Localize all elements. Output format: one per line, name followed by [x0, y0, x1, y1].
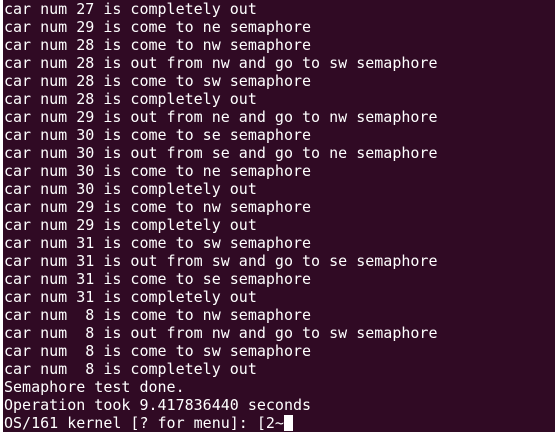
terminal-line: car num 28 is out from nw and go to sw s…	[4, 54, 438, 72]
terminal-line: car num 31 is come to sw semaphore	[4, 234, 312, 252]
terminal-line: car num 28 is come to sw semaphore	[4, 72, 312, 90]
terminal-prompt[interactable]: OS/161 kernel [? for menu]: [2~	[4, 414, 555, 432]
terminal-line: car num 27 is completely out	[4, 0, 257, 18]
terminal-line: car num 28 is come to nw semaphore	[4, 36, 312, 54]
terminal-line: car num 8 is come to nw semaphore	[4, 306, 312, 324]
cursor	[283, 415, 293, 431]
terminal-line: car num 30 is completely out	[4, 180, 257, 198]
prompt-text: OS/161 kernel [? for menu]: [2~	[4, 414, 284, 432]
terminal-line: car num 30 is out from se and go to ne s…	[4, 144, 438, 162]
terminal-line: car num 8 is out from nw and go to sw se…	[4, 324, 438, 342]
terminal-window[interactable]: car num 27 is completely out car num 29 …	[0, 0, 555, 432]
terminal-line: car num 28 is completely out	[4, 90, 257, 108]
terminal-line: car num 31 is completely out	[4, 288, 257, 306]
terminal-line: car num 29 is out from ne and go to nw s…	[4, 108, 438, 126]
terminal-line: car num 29 is come to nw semaphore	[4, 198, 312, 216]
terminal-line: Operation took 9.417836440 seconds	[4, 396, 312, 414]
terminal-line: car num 29 is completely out	[4, 216, 257, 234]
terminal-output: car num 27 is completely out car num 29 …	[4, 0, 555, 432]
terminal-line: car num 30 is come to ne semaphore	[4, 162, 312, 180]
terminal-line: car num 29 is come to ne semaphore	[4, 18, 312, 36]
terminal-line: car num 30 is come to se semaphore	[4, 126, 312, 144]
terminal-line: car num 8 is come to sw semaphore	[4, 342, 312, 360]
terminal-line: car num 31 is come to se semaphore	[4, 270, 312, 288]
terminal-left-border	[0, 0, 3, 432]
terminal-line: Semaphore test done.	[4, 378, 185, 396]
terminal-line: car num 8 is completely out	[4, 360, 257, 378]
terminal-line: car num 31 is out from sw and go to se s…	[4, 252, 438, 270]
